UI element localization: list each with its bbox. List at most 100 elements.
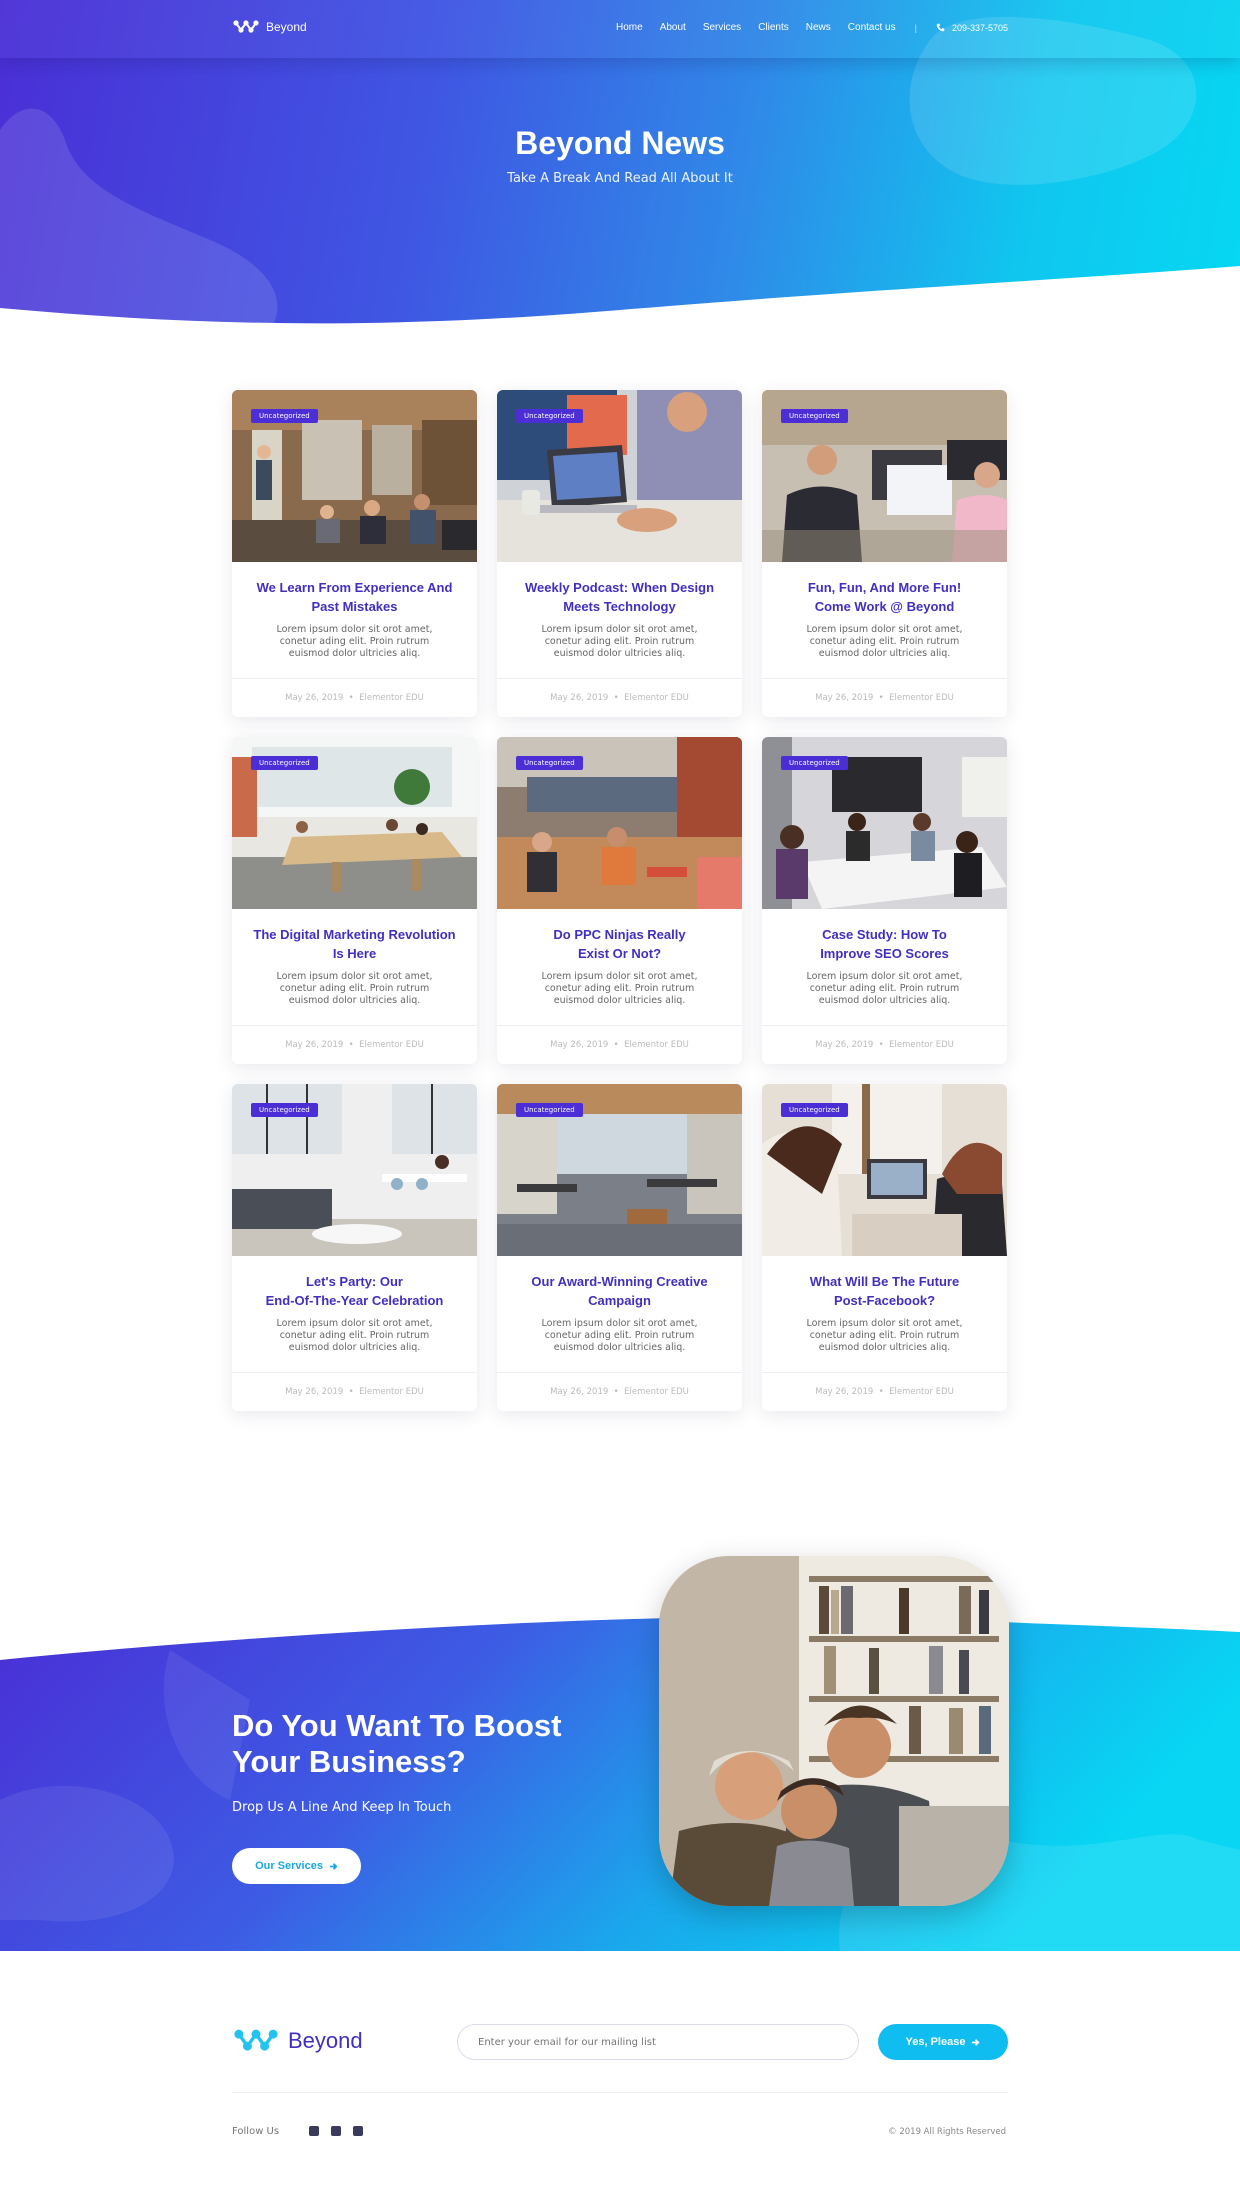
post-title[interactable]: The Digital Marketing Revolution Is Here	[246, 925, 463, 963]
post-card[interactable]: Uncategorized Fun, Fun, And More Fun! Com…	[762, 390, 1007, 717]
post-title-line: Come Work @ Beyond	[814, 599, 955, 614]
category-badge[interactable]: Uncategorized	[251, 1103, 318, 1117]
post-thumbnail[interactable]: Uncategorized	[232, 737, 477, 909]
footer-logo[interactable]: Beyond	[232, 2027, 363, 2055]
twitter-icon[interactable]	[331, 2126, 341, 2136]
header-logo[interactable]: Beyond	[232, 19, 307, 35]
post-title[interactable]: Weekly Podcast: When Design Meets Technol…	[511, 578, 728, 616]
post-title-line: Meets Technology	[563, 599, 676, 614]
post-meta: May 26, 2019 • Elementor EDU	[497, 1372, 742, 1411]
header-phone[interactable]: 209-337-5705	[936, 23, 1008, 33]
category-badge[interactable]: Uncategorized	[781, 756, 848, 770]
post-card[interactable]: Uncategorized The Digital Marketing Revo…	[232, 737, 477, 1064]
nav-news[interactable]: News	[806, 22, 831, 33]
our-services-button[interactable]: Our Services	[232, 1848, 361, 1884]
linkedin-icon[interactable]	[353, 2126, 363, 2136]
post-date: May 26, 2019	[815, 1040, 874, 1050]
post-title-line: Campaign	[588, 1293, 651, 1308]
category-badge[interactable]: Uncategorized	[781, 1103, 848, 1117]
post-thumbnail[interactable]: Uncategorized	[762, 390, 1007, 562]
posts-grid: Uncategorized We Learn From Experience A…	[232, 390, 1008, 1411]
nav-separator: |	[914, 22, 917, 33]
post-title-line: Weekly Podcast: When Design	[524, 580, 715, 595]
post-thumbnail[interactable]: Uncategorized	[762, 1084, 1007, 1256]
beyond-logo-icon	[233, 20, 259, 33]
post-title-line: Case Study: How To	[822, 927, 947, 942]
post-excerpt: Lorem ipsum dolor sit orot amet, conetur…	[276, 971, 433, 1006]
copyright-text: © 2019 All Rights Reserved	[888, 2127, 1006, 2137]
subscribe-label: Yes, Please	[905, 2036, 966, 2048]
cta-team-photo	[659, 1556, 1009, 1906]
main-nav: Home About Services Clients News Contact…	[616, 22, 1008, 33]
post-author: Elementor EDU	[889, 1387, 954, 1397]
post-title-line: What Will Be The Future	[809, 1274, 960, 1289]
post-thumbnail[interactable]: Uncategorized	[497, 737, 742, 909]
post-title[interactable]: Case Study: How To Improve SEO Scores	[776, 925, 993, 963]
category-badge[interactable]: Uncategorized	[781, 409, 848, 423]
post-excerpt: Lorem ipsum dolor sit orot amet, conetur…	[276, 624, 433, 659]
post-title[interactable]: Fun, Fun, And More Fun! Come Work @ Beyon…	[776, 578, 993, 616]
post-title[interactable]: Our Award-Winning Creative Campaign	[511, 1272, 728, 1310]
post-thumbnail[interactable]: Uncategorized	[497, 1084, 742, 1256]
post-date: May 26, 2019	[550, 693, 609, 703]
page-subtitle: Take A Break And Read All About It	[507, 171, 733, 186]
post-card[interactable]: Uncategorized Our Award-Winning Creative…	[497, 1084, 742, 1411]
our-services-label: Our Services	[255, 1860, 323, 1872]
post-title-line: Fun, Fun, And More Fun!	[807, 580, 962, 595]
post-card[interactable]: Uncategorized Do PPC Ninjas Really Exist …	[497, 737, 742, 1064]
post-thumbnail[interactable]: Uncategorized	[232, 1084, 477, 1256]
post-thumbnail[interactable]: Uncategorized	[232, 390, 477, 562]
cta-title: Do You Want To Boost Your Business?	[232, 1708, 592, 1780]
nav-about[interactable]: About	[660, 22, 686, 33]
hero-wave	[0, 266, 1240, 330]
category-badge[interactable]: Uncategorized	[251, 409, 318, 423]
subscribe-button[interactable]: Yes, Please	[878, 2024, 1008, 2060]
post-meta: May 26, 2019 • Elementor EDU	[232, 1025, 477, 1064]
post-title[interactable]: Do PPC Ninjas Really Exist Or Not?	[511, 925, 728, 963]
nav-clients[interactable]: Clients	[758, 22, 789, 33]
post-title-line: Is Here	[332, 946, 377, 961]
follow-us-label: Follow Us	[232, 2126, 280, 2137]
newsletter-email-input[interactable]	[457, 2024, 859, 2060]
post-thumbnail[interactable]: Uncategorized	[497, 390, 742, 562]
cta-section	[0, 1540, 1240, 1951]
post-card[interactable]: Uncategorized What Will Be The Future Pos…	[762, 1084, 1007, 1411]
post-title-line: Do PPC Ninjas Really	[553, 927, 686, 942]
post-meta: May 26, 2019 • Elementor EDU	[762, 1372, 1007, 1411]
category-badge[interactable]: Uncategorized	[516, 1103, 583, 1117]
post-title[interactable]: What Will Be The Future Post-Facebook?	[776, 1272, 993, 1310]
post-card[interactable]: Uncategorized Case Study: How To Improve …	[762, 737, 1007, 1064]
post-date: May 26, 2019	[550, 1040, 609, 1050]
post-card[interactable]: Uncategorized We Learn From Experience A…	[232, 390, 477, 717]
top-navigation-bar: Beyond Home About Services Clients News …	[0, 0, 1240, 58]
post-date: May 26, 2019	[285, 1040, 344, 1050]
post-thumbnail[interactable]: Uncategorized	[762, 737, 1007, 909]
nav-services[interactable]: Services	[703, 22, 741, 33]
post-author: Elementor EDU	[624, 1387, 689, 1397]
post-card[interactable]: Uncategorized Let's Party: Our End-Of-The…	[232, 1084, 477, 1411]
post-excerpt: Lorem ipsum dolor sit orot amet, conetur…	[806, 1318, 963, 1353]
nav-contact[interactable]: Contact us	[848, 22, 896, 33]
category-badge[interactable]: Uncategorized	[516, 409, 583, 423]
post-title[interactable]: We Learn From Experience And Past Mistake…	[246, 578, 463, 616]
nav-home[interactable]: Home	[616, 22, 643, 33]
header-phone-number: 209-337-5705	[951, 22, 1008, 33]
post-card[interactable]: Uncategorized Weekly Podcast: When Desig…	[497, 390, 742, 717]
post-title-line: Post-Facebook?	[833, 1293, 936, 1308]
post-author: Elementor EDU	[624, 1040, 689, 1050]
post-excerpt: Lorem ipsum dolor sit orot amet, conetur…	[541, 624, 698, 659]
beyond-logo-icon	[234, 2029, 278, 2051]
arrow-right-icon	[972, 2038, 980, 2046]
cta-title-line: Your Business?	[232, 1744, 466, 1779]
cta-subtitle: Drop Us A Line And Keep In Touch	[232, 1800, 452, 1815]
post-date: May 26, 2019	[285, 1387, 344, 1397]
post-meta: May 26, 2019 • Elementor EDU	[232, 678, 477, 717]
category-badge[interactable]: Uncategorized	[251, 756, 318, 770]
facebook-icon[interactable]	[309, 2126, 319, 2136]
post-author: Elementor EDU	[359, 1387, 424, 1397]
post-date: May 26, 2019	[550, 1387, 609, 1397]
post-author: Elementor EDU	[359, 693, 424, 703]
post-title[interactable]: Let's Party: Our End-Of-The-Year Celebrat…	[246, 1272, 463, 1310]
category-badge[interactable]: Uncategorized	[516, 756, 583, 770]
post-title-line: Exist Or Not?	[577, 946, 662, 961]
